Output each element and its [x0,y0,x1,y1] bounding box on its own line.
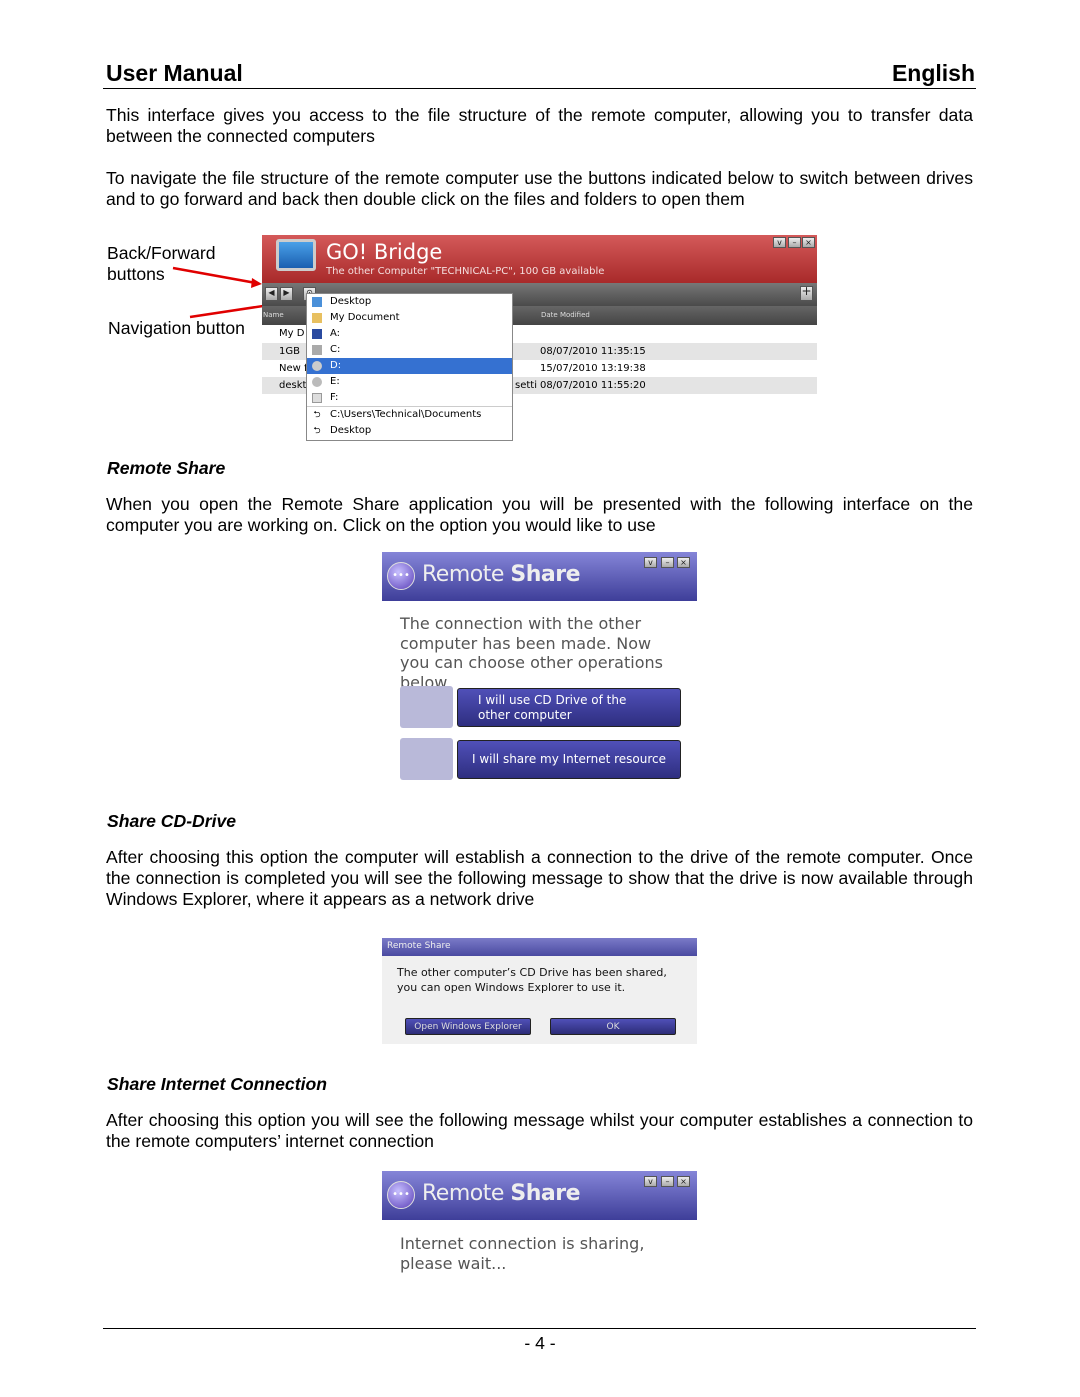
go-bridge-title: GO! Bridge [326,240,443,264]
dropdown-item[interactable]: A: [307,326,512,342]
arrow-back-forward [172,266,257,285]
footer-rule [103,1328,976,1329]
dropdown-icon[interactable]: v [644,1176,657,1187]
cd-icon [312,377,322,387]
title-light: Remote [422,562,504,587]
column-name[interactable]: Name [263,311,284,319]
title-bold: Share [510,562,581,587]
minimize-icon[interactable]: – [661,1176,674,1187]
removable-drive-icon [312,393,322,403]
remote-share-heading: Remote Share [107,458,226,478]
minimize-icon[interactable]: – [661,557,674,568]
internet-sharing-dialog: ••• Remote Share v – × Internet connecti… [382,1171,697,1281]
history-back-icon: ⮌ [313,410,321,420]
dropdown-item[interactable]: My Document [307,310,512,326]
forward-button[interactable]: ▶ [280,287,293,301]
title-light: Remote [422,1181,504,1206]
cd-share-icon [400,686,453,728]
sharing-wait-message: Internet connection is sharing, please w… [400,1234,645,1273]
desktop-icon [312,297,322,307]
hard-drive-icon [312,345,322,355]
folder-icon [312,313,322,323]
close-icon[interactable]: × [677,1176,690,1187]
share-internet-button[interactable]: I will share my Internet resource [457,740,681,779]
dropdown-item[interactable]: E: [307,374,512,390]
remote-share-logo-icon: ••• [387,1181,415,1209]
remote-share-dialog: ••• Remote Share v – × The connection wi… [382,552,697,782]
add-button[interactable]: + [800,285,813,301]
title-bold: Share [510,1181,581,1206]
dropdown-item[interactable]: Desktop [307,294,512,310]
history-back-icon: ⮌ [313,426,321,436]
dropdown-icon[interactable]: v [644,557,657,568]
remote-share-paragraph: When you open the Remote Share applicati… [106,494,973,535]
dropdown-item-selected[interactable]: D: [307,358,512,374]
navigation-dropdown: Desktop My Document A: C: D: E: F: ⮌ C:\U… [306,293,513,441]
connection-message: The connection with the other computer h… [400,614,663,692]
cd-shared-titlebar: Remote Share [382,938,697,956]
open-windows-explorer-button[interactable]: Open Windows Explorer [405,1018,531,1035]
column-date[interactable]: Date Modified [541,311,590,319]
dropdown-item[interactable]: ⮌ Desktop [307,423,512,439]
dropdown-item[interactable]: C: [307,342,512,358]
remote-share-logo-icon: ••• [387,562,415,590]
close-icon[interactable]: × [802,237,815,248]
page-number: - 4 - [524,1333,556,1353]
back-button[interactable]: ◀ [265,287,278,301]
use-cd-drive-button[interactable]: I will use CD Drive of the other compute… [457,688,681,727]
share-cd-paragraph: After choosing this option the computer … [106,847,973,909]
cd-icon [312,361,322,371]
dropdown-item[interactable]: F: [307,390,512,406]
share-cd-heading: Share CD-Drive [107,811,237,831]
go-bridge-titlebar: GO! Bridge The other Computer "TECHNICAL… [262,235,817,283]
close-icon[interactable]: × [677,557,690,568]
monitor-icon [276,239,316,271]
cd-shared-dialog: Remote Share The other computer’s CD Dri… [382,938,697,1044]
cd-shared-message: The other computer’s CD Drive has been s… [397,966,667,994]
minimize-icon[interactable]: – [788,237,801,248]
dropdown-icon[interactable]: v [773,237,786,248]
share-internet-paragraph: After choosing this option you will see … [106,1110,973,1151]
share-internet-heading: Share Internet Connection [107,1074,327,1094]
go-bridge-subtitle: The other Computer "TECHNICAL-PC", 100 G… [326,266,605,277]
dropdown-item[interactable]: ⮌ C:\Users\Technical\Documents [307,407,512,423]
remote-share-titlebar: ••• Remote Share v – × [382,552,697,601]
floppy-icon [312,329,322,339]
ok-button[interactable]: OK [550,1018,676,1035]
remote-share-titlebar: ••• Remote Share v – × [382,1171,697,1220]
internet-share-icon [400,738,453,780]
